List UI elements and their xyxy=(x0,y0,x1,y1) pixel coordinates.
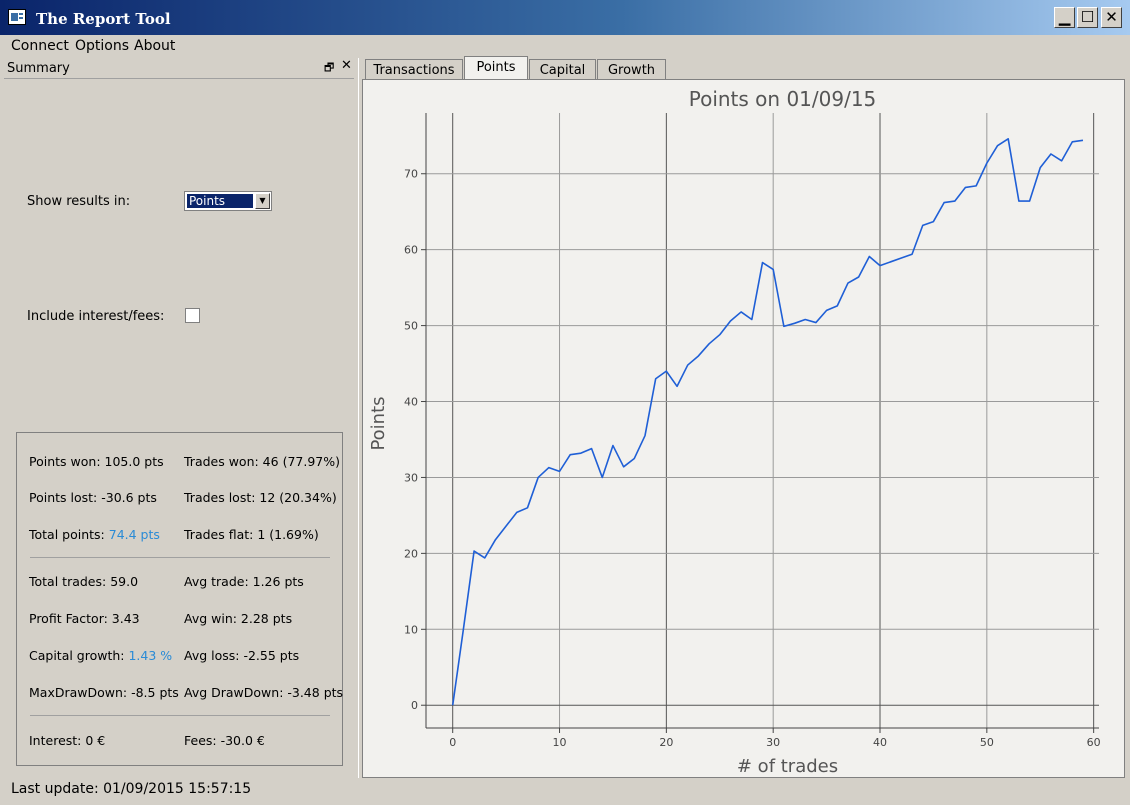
total-points-label: Total points: xyxy=(29,527,109,542)
show-results-select[interactable]: Points ▼ xyxy=(184,191,272,211)
report-icon xyxy=(8,9,26,25)
stat-trades-lost: Trades lost: 12 (20.34%) xyxy=(184,490,337,505)
y-tick-label: 20 xyxy=(404,547,418,560)
total-points-value: 74.4 pts xyxy=(108,527,160,542)
y-tick-label: 30 xyxy=(404,471,418,484)
interest-fees-label: Include interest/fees: xyxy=(27,309,165,324)
x-tick-label: 20 xyxy=(659,736,673,749)
stat-interest: Interest: 0 € xyxy=(29,733,106,748)
stat-total-trades: Total trades: 59.0 xyxy=(29,574,139,589)
x-tick-label: 50 xyxy=(980,736,994,749)
stat-avg-drawdown: Avg DrawDown: -3.48 pts xyxy=(184,685,344,700)
y-tick-label: 0 xyxy=(411,699,418,712)
show-results-label: Show results in: xyxy=(27,194,131,209)
x-axis-label: # of trades xyxy=(737,756,838,777)
stat-points-lost: Points lost: -30.6 pts xyxy=(29,490,157,505)
chart-title: Points on 01/09/15 xyxy=(689,87,877,111)
x-tick-label: 60 xyxy=(1087,736,1101,749)
capital-growth-value: 1.43 % xyxy=(128,648,173,663)
x-tick-label: 40 xyxy=(873,736,887,749)
y-tick-label: 10 xyxy=(404,623,418,636)
y-tick-label: 60 xyxy=(404,244,418,257)
tab-capital[interactable]: Capital xyxy=(529,59,596,80)
dock-splitter[interactable] xyxy=(358,58,359,778)
status-bar-text: Last update: 01/09/2015 15:57:15 xyxy=(11,781,252,797)
close-button[interactable]: ✕ xyxy=(1101,7,1122,28)
chevron-down-icon[interactable]: ▼ xyxy=(255,193,270,209)
x-tick-label: 0 xyxy=(449,736,456,749)
stat-max-drawdown: MaxDrawDown: -8.5 pts xyxy=(29,685,179,700)
stat-avg-trade: Avg trade: 1.26 pts xyxy=(184,574,304,589)
x-tick-label: 10 xyxy=(553,736,567,749)
y-tick-label: 70 xyxy=(404,168,418,181)
menu-options[interactable]: Options xyxy=(75,38,129,54)
stat-avg-loss: Avg loss: -2.55 pts xyxy=(184,648,300,663)
stats-divider xyxy=(30,557,330,558)
stat-total-points: Total points: 74.4 pts xyxy=(29,527,160,542)
menu-bar: Connect Options About xyxy=(0,35,1130,57)
stat-profit-factor: Profit Factor: 3.43 xyxy=(29,611,140,626)
title-bar[interactable]: The Report Tool ▁ ☐ ✕ xyxy=(0,0,1130,35)
x-tick-label: 30 xyxy=(766,736,780,749)
stat-capital-growth: Capital growth: 1.43 % xyxy=(29,648,172,663)
tab-transactions[interactable]: Transactions xyxy=(365,59,463,80)
stats-divider xyxy=(30,715,330,716)
menu-connect[interactable]: Connect xyxy=(11,38,69,54)
dock-close-icon[interactable]: ✕ xyxy=(341,58,352,73)
y-tick-label: 50 xyxy=(404,320,418,333)
y-tick-label: 40 xyxy=(404,396,418,409)
dock-float-icon[interactable]: 🗗 xyxy=(324,59,334,78)
points-tab-pane: 0 10 20 30 40 50 60 0 10 20 30 40 50 60 70 Points on 01… xyxy=(362,79,1125,778)
stat-trades-won: Trades won: 46 (77.97%) xyxy=(184,454,340,469)
data-points xyxy=(452,138,1083,706)
y-axis-label: Points xyxy=(368,396,389,450)
stat-trades-flat: Trades flat: 1 (1.69%) xyxy=(184,527,319,542)
stat-avg-win: Avg win: 2.28 pts xyxy=(184,611,293,626)
show-results-value: Points xyxy=(187,194,253,208)
window-title: The Report Tool xyxy=(36,10,171,28)
stat-fees: Fees: -30.0 € xyxy=(184,733,265,748)
stat-points-won: Points won: 105.0 pts xyxy=(29,454,164,469)
interest-fees-checkbox[interactable] xyxy=(185,308,200,323)
maximize-button[interactable]: ☐ xyxy=(1077,7,1098,28)
tab-points[interactable]: Points xyxy=(464,56,528,81)
menu-about[interactable]: About xyxy=(134,38,175,54)
capital-growth-label: Capital growth: xyxy=(29,648,129,663)
points-chart: 0 10 20 30 40 50 60 0 10 20 30 40 50 60 70 Points on 01… xyxy=(368,87,1101,777)
minimize-button[interactable]: ▁ xyxy=(1054,7,1075,28)
dock-title: Summary xyxy=(7,61,70,76)
main-window: The Report Tool ▁ ☐ ✕ Connect Options Ab… xyxy=(0,0,1130,805)
tab-growth[interactable]: Growth xyxy=(597,59,666,80)
points-series-line xyxy=(451,138,1084,706)
dock-divider xyxy=(4,78,354,79)
